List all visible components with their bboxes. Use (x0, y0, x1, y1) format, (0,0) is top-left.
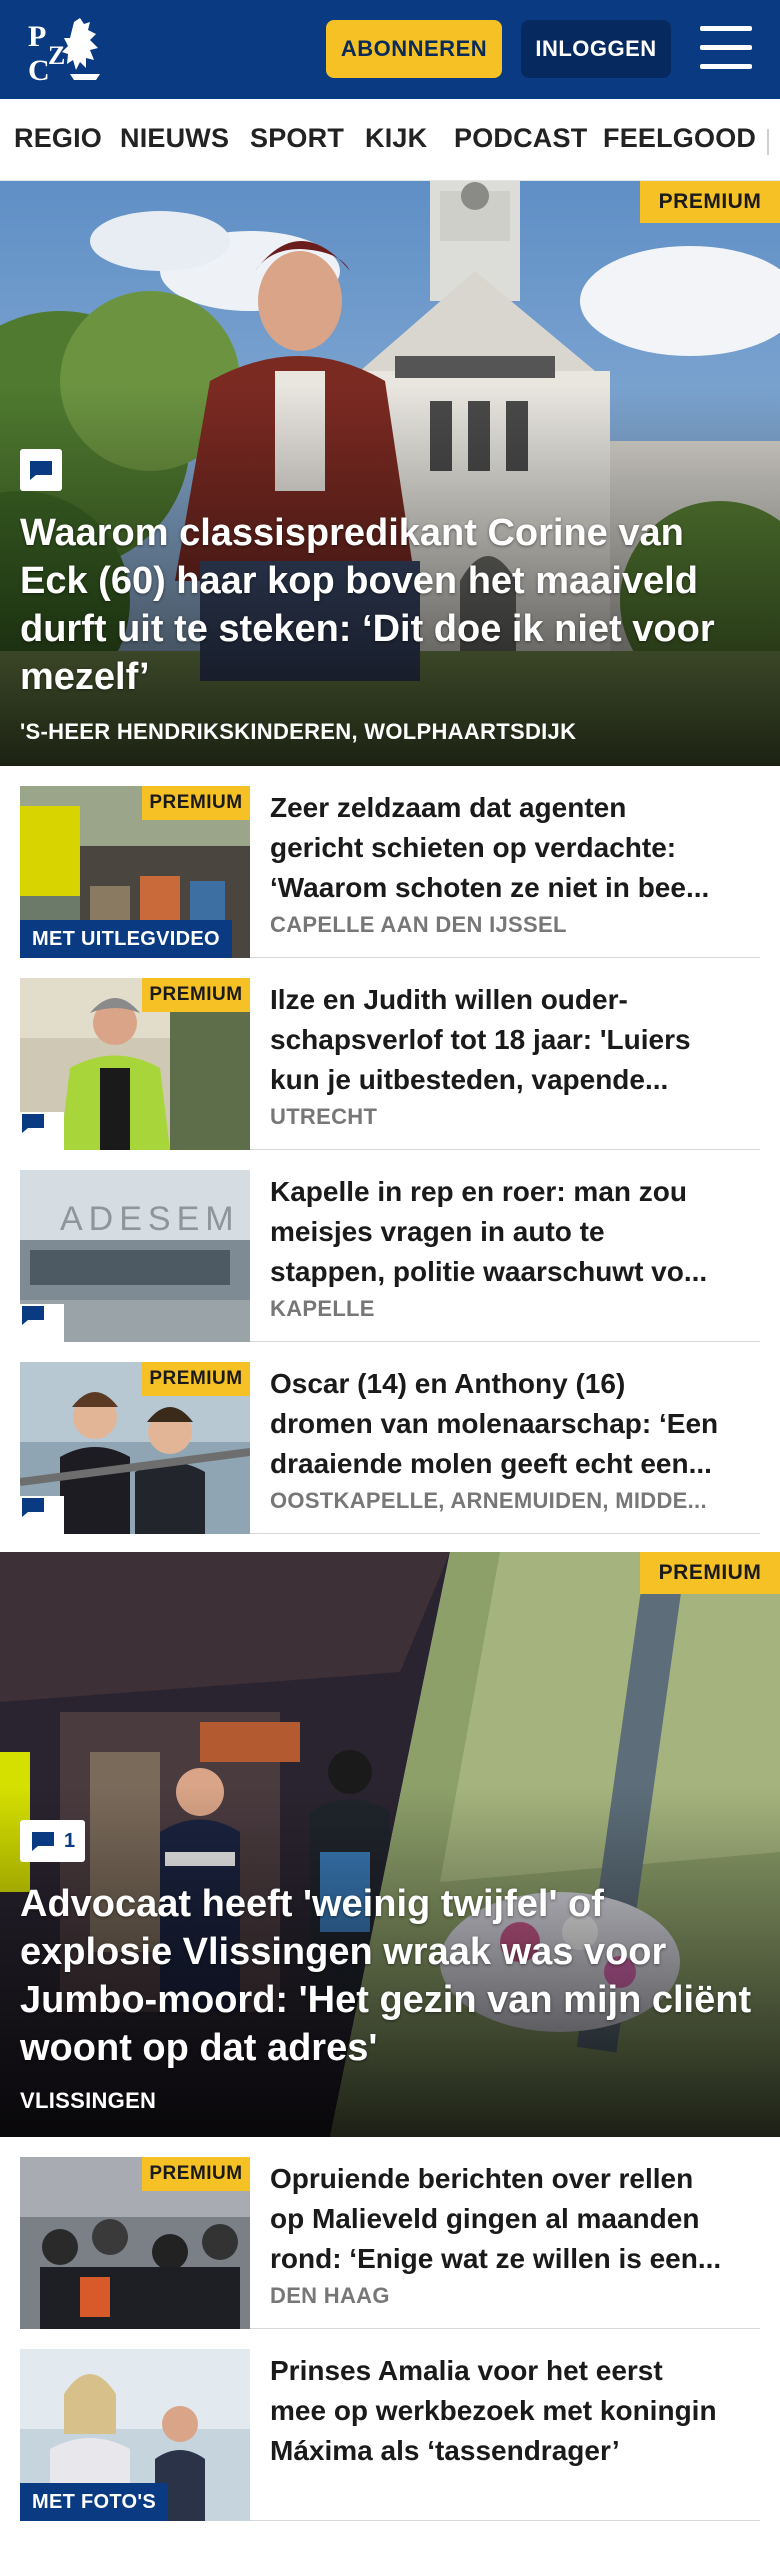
pzc-logo[interactable]: P C Z (26, 14, 114, 86)
nav-item-regio[interactable]: REGIO (14, 123, 102, 154)
article-thumbnail: PREMIUM (20, 1362, 250, 1534)
article-location: UTRECHT (270, 1104, 378, 1129)
premium-badge: PREMIUM (640, 1552, 780, 1594)
hero-headline[interactable]: Advocaat heeft 'weinig twijfel' of explo… (20, 1880, 760, 2072)
premium-badge: PREMIUM (142, 786, 250, 820)
section-nav: REGIO NIEUWS SPORT KIJK PODCAST FEELGOOD (0, 99, 780, 181)
article-headline[interactable]: Opruiende berichten over rellen op Malie… (270, 2159, 758, 2279)
article-headline[interactable]: Ilze en Judith willen ouder- schapsverlo… (270, 980, 758, 1100)
hero-article[interactable]: PREMIUM Waarom classispredikant Corine v… (0, 181, 780, 766)
article-thumbnail: PREMIUM (20, 2157, 250, 2329)
site-header: P C Z ABONNEREN INLOGGEN (0, 0, 780, 99)
premium-badge: PREMIUM (142, 1362, 250, 1396)
comment-icon (22, 1114, 44, 1133)
article-row[interactable]: ADESEM Kapelle in rep en roer: man zou m… (20, 1150, 760, 1342)
comment-badge[interactable] (20, 1496, 64, 1534)
article-row[interactable]: PREMIUM Opruiende berichten over rellen … (20, 2137, 760, 2329)
comment-icon (22, 1306, 44, 1325)
svg-text:P: P (28, 20, 46, 53)
nav-item-sport[interactable]: SPORT (250, 123, 344, 154)
nav-item-feelgood[interactable]: FEELGOOD (603, 123, 756, 154)
article-location: KAPELLE (270, 1296, 375, 1321)
nav-item-kijk[interactable]: KIJK (365, 123, 427, 154)
article-location: CAPELLE AAN DEN IJSSEL (270, 912, 567, 937)
svg-text:C: C (28, 54, 50, 86)
article-headline[interactable]: Zeer zeldzaam dat agenten gericht schiet… (270, 788, 758, 908)
svg-text:ADESEM: ADESEM (60, 1200, 240, 1238)
article-location: DEN HAAG (270, 2283, 390, 2308)
svg-text:Z: Z (48, 41, 65, 70)
login-button[interactable]: INLOGGEN (521, 20, 671, 78)
premium-badge: PREMIUM (142, 2157, 250, 2191)
comment-icon (30, 461, 52, 480)
comment-badge[interactable] (20, 1304, 64, 1342)
hero-headline[interactable]: Waarom classispredikant Corine van Eck (… (20, 509, 760, 701)
article-thumbnail: MET FOTO'S (20, 2349, 250, 2521)
article-headline[interactable]: Kapelle in rep en roer: man zou meisjes … (270, 1172, 758, 1292)
article-headline[interactable]: Oscar (14) en Anthony (16) dromen van mo… (270, 1364, 758, 1484)
hero-article-2[interactable]: PREMIUM 1 Advocaat heeft 'weinig twijfel… (0, 1552, 780, 2137)
nav-item-podcast[interactable]: PODCAST (454, 123, 587, 154)
subscribe-button[interactable]: ABONNEREN (326, 20, 502, 78)
hamburger-menu-icon[interactable] (700, 26, 752, 70)
article-row[interactable]: PREMIUM Oscar (14) en Anthony (16) drome… (20, 1342, 760, 1534)
article-row[interactable]: PREMIUM MET UITLEGVIDEO Zeer zeldzaam da… (20, 766, 760, 958)
article-thumbnail: PREMIUM (20, 978, 250, 1150)
comment-badge[interactable] (20, 1112, 64, 1150)
article-headline[interactable]: Prinses Amalia voor het eerst mee op wer… (270, 2351, 758, 2471)
article-thumbnail: ADESEM (20, 1170, 250, 1342)
hero-location: VLISSINGEN (20, 2088, 157, 2113)
comment-icon (22, 1498, 44, 1517)
nav-scroll-divider (767, 129, 769, 155)
hero-location: 'S-HEER HENDRIKSKINDEREN, WOLPHAARTSDIJK (20, 719, 577, 744)
comment-badge[interactable]: 1 (20, 1820, 86, 1862)
comment-icon (32, 1832, 54, 1851)
article-row[interactable]: PREMIUM Ilze en Judith willen ouder- sch… (20, 958, 760, 1150)
article-thumbnail: PREMIUM MET UITLEGVIDEO (20, 786, 250, 958)
comment-count: 1 (64, 1829, 76, 1852)
article-row[interactable]: MET FOTO'S Prinses Amalia voor het eerst… (20, 2329, 760, 2521)
comment-badge[interactable] (20, 449, 62, 491)
nav-item-nieuws[interactable]: NIEUWS (120, 123, 229, 154)
premium-badge: PREMIUM (142, 978, 250, 1012)
video-badge: MET UITLEGVIDEO (20, 920, 232, 958)
article-location: OOSTKAPELLE, ARNEMUIDEN, MIDDE... (270, 1488, 707, 1513)
photos-badge: MET FOTO'S (20, 2483, 169, 2521)
premium-badge: PREMIUM (640, 181, 780, 223)
